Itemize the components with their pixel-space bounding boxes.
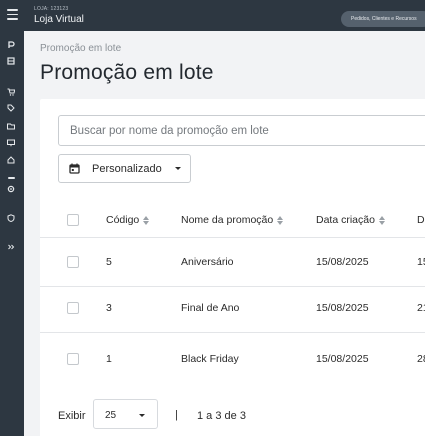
expand-icon[interactable] [7,243,15,251]
cell-created: 15/08/2025 [316,256,369,268]
sort-icon [378,215,386,225]
shield-icon[interactable] [7,214,15,222]
cell-code: 5 [106,256,112,268]
main-content: Promoção em lote Promoção em lote Person… [24,31,425,436]
page-size-value: 25 [105,410,117,421]
page-size-label: Exibir [58,410,86,422]
store-id: LOJA: 123123 [34,6,69,12]
store-name: Loja Virtual [34,14,84,25]
table-row[interactable]: 5 Aniversário 15/08/2025 15 [40,238,425,287]
sidebar [0,31,24,436]
top-bar: LOJA: 123123 Loja Virtual Pedidos, Clien… [0,0,425,31]
store-icon[interactable] [7,57,15,65]
cell-name: Black Friday [181,353,239,365]
cell-code: 1 [106,353,112,365]
sort-icon [143,215,150,225]
hamburger-menu-icon[interactable] [7,9,18,21]
page-size-select[interactable]: 25 [93,399,158,429]
date-filter-label: Personalizado [92,163,162,175]
pagination-separator: | [175,409,178,421]
row-checkbox[interactable] [67,256,79,268]
sidebar-active-indicator [8,177,15,179]
table-header: Código Nome da promoção Data criação D [40,202,425,238]
home-icon[interactable] [7,156,15,164]
folder-icon[interactable] [7,122,15,130]
cell-name: Aniversário [181,256,234,268]
cell-code: 3 [106,302,112,314]
pagination-range: 1 a 3 de 3 [197,410,246,422]
settings-icon[interactable] [7,185,15,193]
column-header-code[interactable]: Código [106,214,150,226]
date-filter-dropdown[interactable]: Personalizado [58,154,191,183]
resources-pill-button[interactable]: Pedidos, Clientes e Recursos [341,11,425,27]
price-tag-icon[interactable] [7,104,15,112]
row-checkbox[interactable] [67,302,79,314]
search-input[interactable] [59,116,425,145]
column-header-created[interactable]: Data criação [316,214,386,226]
tag-p-icon[interactable] [7,41,15,49]
cell-created: 15/08/2025 [316,353,369,365]
page-title: Promoção em lote [40,61,214,84]
sort-icon [277,215,284,225]
breadcrumb[interactable]: Promoção em lote [40,43,121,54]
table-row[interactable]: 1 Black Friday 15/08/2025 28 [40,333,425,387]
search-field[interactable] [58,115,425,146]
promotions-card: Personalizado Código Nome da promoção Da… [40,99,425,436]
cart-icon[interactable] [7,88,15,96]
select-all-checkbox[interactable] [67,214,79,226]
calendar-icon [69,163,80,174]
cell-next: 28 [417,353,425,365]
cell-next: 21 [417,302,425,314]
column-header-name[interactable]: Nome da promoção [181,214,284,226]
chevron-down-icon [139,414,145,417]
chevron-down-icon [175,167,181,170]
row-checkbox[interactable] [67,353,79,365]
column-header-next[interactable]: D [417,214,425,226]
cell-name: Final de Ano [181,302,240,314]
cell-created: 15/08/2025 [316,302,369,314]
monitor-icon[interactable] [7,139,15,147]
cell-next: 15 [417,256,425,268]
table-row[interactable]: 3 Final de Ano 15/08/2025 21 [40,287,425,333]
